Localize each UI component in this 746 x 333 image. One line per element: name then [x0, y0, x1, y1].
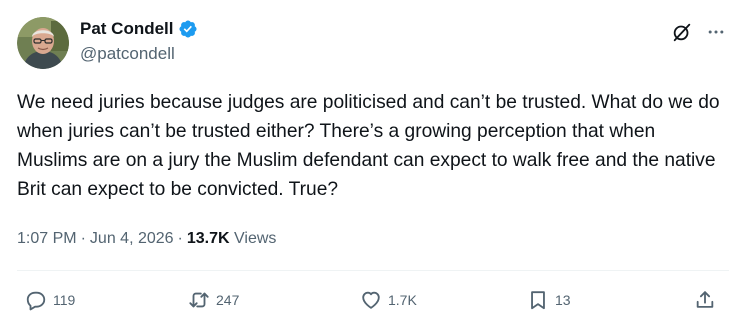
- share-icon: [696, 291, 714, 308]
- views-label: Views: [234, 230, 277, 247]
- more-horizontal-icon[interactable]: [704, 20, 728, 44]
- reply-count: 119: [53, 292, 76, 308]
- repost-icon: [189, 292, 209, 308]
- display-name[interactable]: Pat Condell: [80, 18, 174, 40]
- meta-separator: ·: [177, 230, 183, 247]
- tweet-date[interactable]: Jun 4, 2026: [90, 230, 174, 247]
- user-avatar-photo: [17, 17, 69, 69]
- bookmark-icon: [531, 291, 545, 310]
- action-bar: 119 247 1.7K 13: [0, 288, 746, 312]
- author-info: Pat Condell @patcondell: [80, 18, 198, 65]
- heart-icon: [362, 291, 380, 309]
- bookmark-button[interactable]: 13: [527, 288, 571, 312]
- reply-button[interactable]: 119: [25, 288, 75, 312]
- tweet-time[interactable]: 1:07 PM: [17, 230, 77, 247]
- handle[interactable]: @patcondell: [80, 43, 198, 65]
- tweet-text: We need juries because judges are politi…: [17, 92, 720, 200]
- like-button[interactable]: 1.7K: [360, 288, 417, 312]
- tweet-card: Pat Condell @patcondell We need juries b…: [0, 0, 746, 333]
- name-row: Pat Condell: [80, 18, 198, 40]
- bookmark-count: 13: [555, 292, 571, 308]
- verified-badge-icon[interactable]: [178, 19, 198, 39]
- repost-button[interactable]: 247: [188, 288, 239, 312]
- avatar[interactable]: [17, 17, 69, 69]
- divider: [17, 270, 729, 271]
- grok-icon[interactable]: [670, 20, 694, 44]
- top-actions: [670, 20, 728, 44]
- like-count: 1.7K: [388, 292, 417, 308]
- share-button[interactable]: [694, 288, 716, 312]
- meta-separator: ·: [80, 230, 86, 247]
- reply-icon: [26, 291, 46, 311]
- tweet-meta: 1:07 PM · Jun 4, 2026 · 13.7K Views: [17, 228, 276, 250]
- repost-count: 247: [216, 292, 240, 308]
- views-count: 13.7K: [186, 230, 230, 247]
